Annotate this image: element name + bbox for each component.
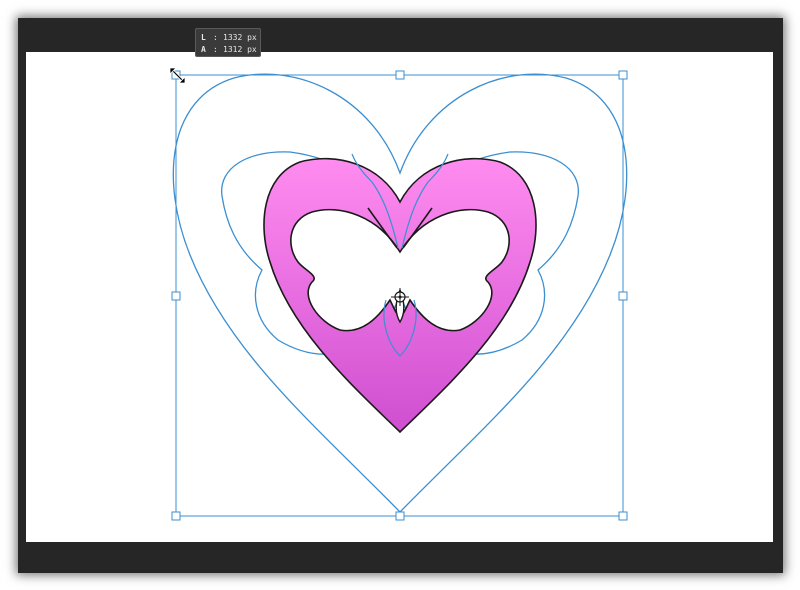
dimension-tooltip: L:1332 px A:1312 px <box>195 28 261 57</box>
width-value: 1332 px <box>223 33 257 42</box>
crosshair-icon[interactable] <box>391 288 409 306</box>
handle-middle-right[interactable] <box>618 291 628 301</box>
height-separator: : <box>213 45 218 54</box>
height-key: A <box>201 45 206 54</box>
handle-bottom-right[interactable] <box>618 511 628 521</box>
handle-top-center[interactable] <box>395 70 405 80</box>
handle-bottom-left[interactable] <box>171 511 181 521</box>
handle-middle-left[interactable] <box>171 291 181 301</box>
width-key: L <box>201 33 206 42</box>
artwork <box>169 67 628 521</box>
handle-top-right[interactable] <box>618 70 628 80</box>
handle-bottom-center[interactable] <box>395 511 405 521</box>
width-separator: : <box>213 33 218 42</box>
height-value: 1312 px <box>223 45 257 54</box>
